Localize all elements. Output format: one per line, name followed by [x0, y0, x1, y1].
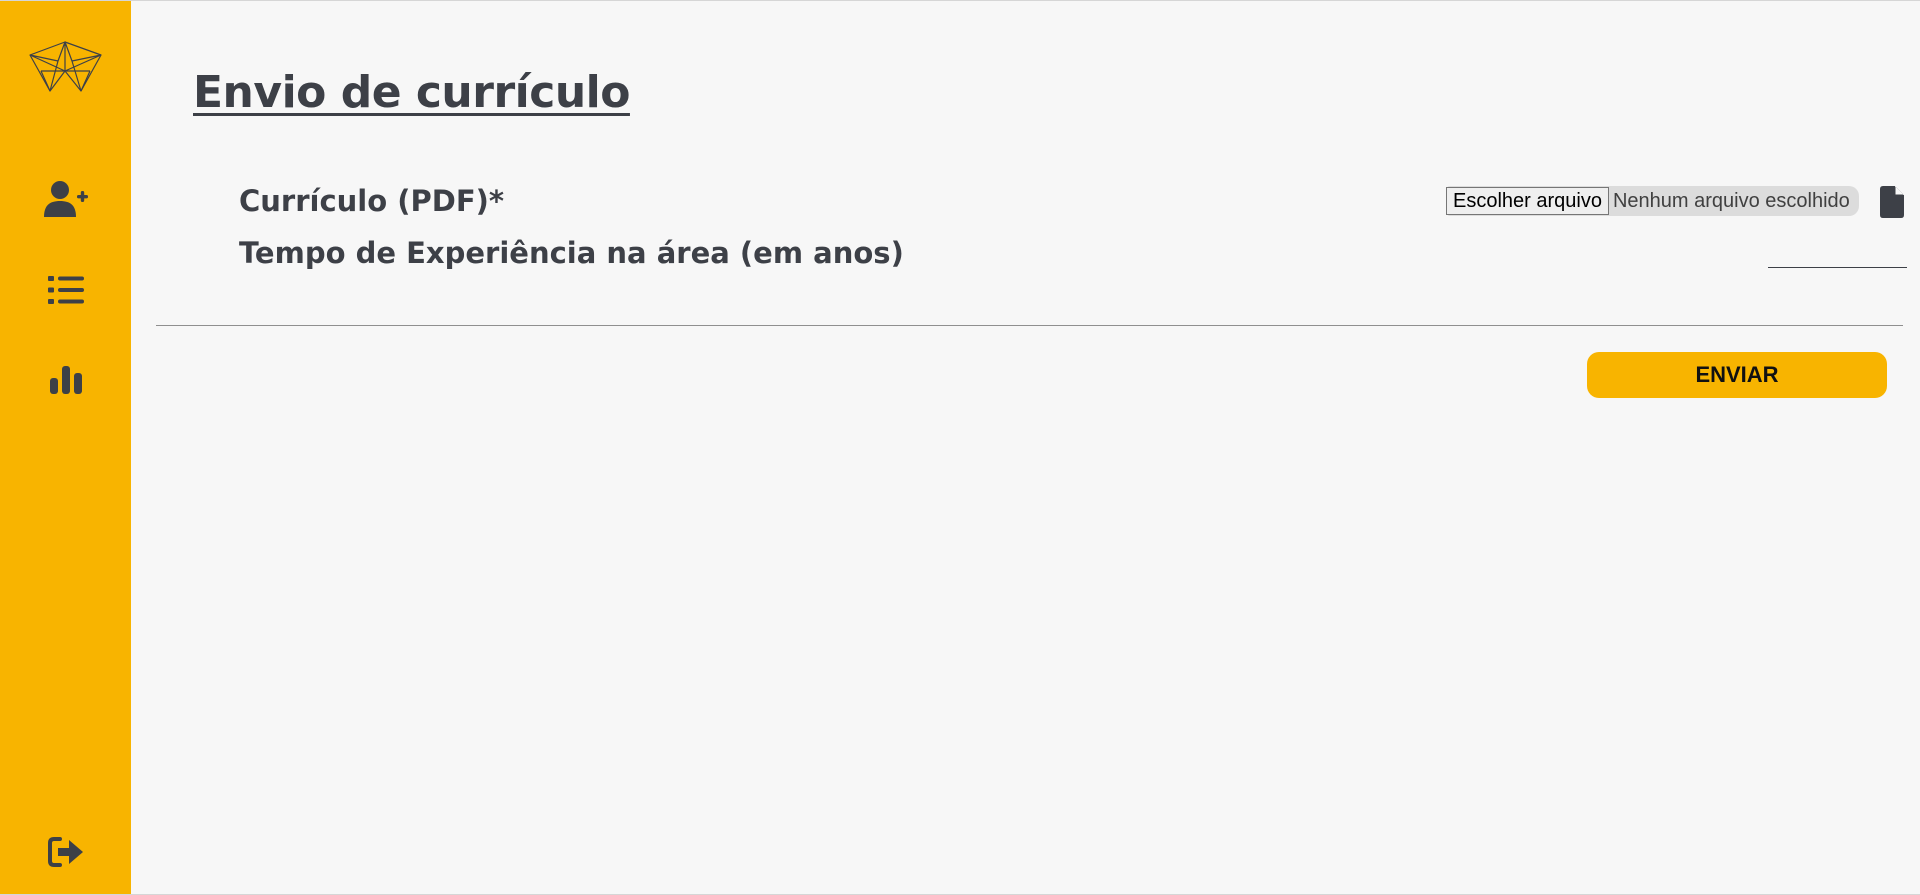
- file-icon: [1880, 186, 1904, 218]
- resume-label: Currículo (PDF)*: [239, 184, 505, 218]
- experience-years-input[interactable]: [1768, 239, 1907, 268]
- sidebar-item-list[interactable]: [40, 268, 92, 312]
- sign-out-icon: [48, 837, 83, 867]
- sidebar: [0, 1, 131, 894]
- logout-button[interactable]: [40, 830, 92, 874]
- user-plus-icon: [44, 181, 88, 217]
- logo: [29, 41, 102, 92]
- page-title: Envio de currículo: [193, 67, 630, 118]
- sidebar-item-add-candidate[interactable]: [40, 177, 92, 221]
- choose-file-button[interactable]: Escolher arquivo: [1446, 187, 1609, 215]
- experience-label: Tempo de Experiência na área (em anos): [239, 236, 904, 270]
- main-content: Envio de currículo Currículo (PDF)* Esco…: [131, 1, 1920, 894]
- submit-button[interactable]: ENVIAR: [1587, 352, 1887, 398]
- resume-file-input[interactable]: Escolher arquivo Nenhum arquivo escolhid…: [1446, 186, 1859, 216]
- file-status-text: Nenhum arquivo escolhido: [1612, 189, 1850, 212]
- list-icon: [48, 276, 84, 304]
- form-divider: [156, 325, 1903, 326]
- sidebar-item-reports[interactable]: [40, 357, 92, 401]
- bar-chart-icon: [50, 366, 82, 394]
- app-window: Envio de currículo Currículo (PDF)* Esco…: [0, 0, 1920, 895]
